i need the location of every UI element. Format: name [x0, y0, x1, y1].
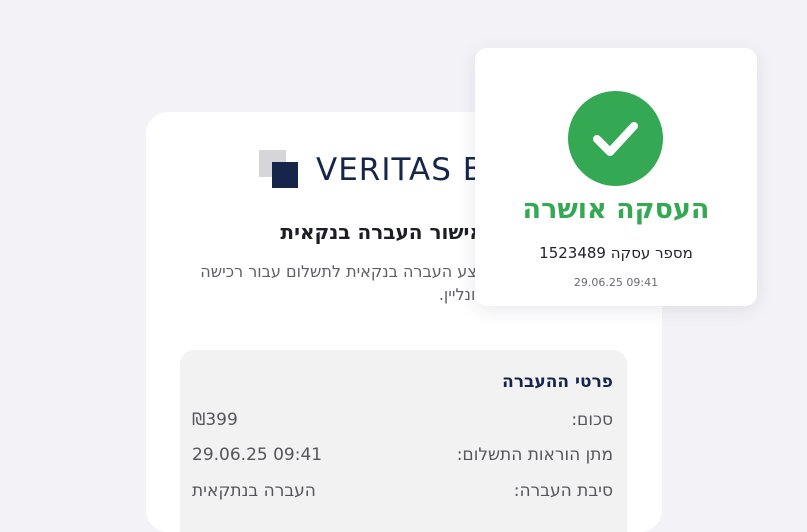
reason-label: סיבת העברה:: [513, 481, 613, 501]
amount-value: ₪399: [192, 410, 238, 430]
transaction-number-label: מספר עסקה: [610, 244, 693, 262]
payment-description: בצע העברה בנקאית לתשלום עבור רכישה אונלי…: [200, 262, 486, 304]
check-icon: [568, 91, 663, 186]
transfer-details-title: פרטי ההעברה: [502, 372, 613, 392]
payment-date-value: 29.06.25 09:41: [192, 445, 323, 465]
brand-name: VERITAS B: [316, 152, 486, 188]
transaction-number-value: 1523489: [539, 244, 606, 262]
transaction-number: מספר עסקה 1523489: [475, 244, 757, 262]
transfer-details-panel: פרטי ההעברה סכום: ₪399 מתן הוראות התשלום…: [180, 350, 627, 532]
logo-icon: [259, 150, 299, 190]
detail-row-amount: סכום: ₪399: [192, 410, 613, 436]
page-title: אישור העברה בנקאית: [280, 220, 484, 244]
detail-row-reason: סיבת העברה: העברה בנתקאית: [192, 481, 613, 507]
reason-value: העברה בנתקאית: [192, 481, 316, 501]
detail-row-payment-date: מתן הוראות התשלום: 29.06.25 09:41: [192, 445, 613, 471]
transaction-timestamp: 29.06.25 09:41: [573, 276, 659, 289]
transaction-approved-card: העסקה אושרה מספר עסקה 1523489 29.06.25 0…: [475, 48, 757, 306]
payment-date-label: מתן הוראות התשלום:: [456, 445, 613, 465]
success-title: העסקה אושרה: [522, 194, 710, 225]
amount-label: סכום:: [571, 410, 613, 430]
